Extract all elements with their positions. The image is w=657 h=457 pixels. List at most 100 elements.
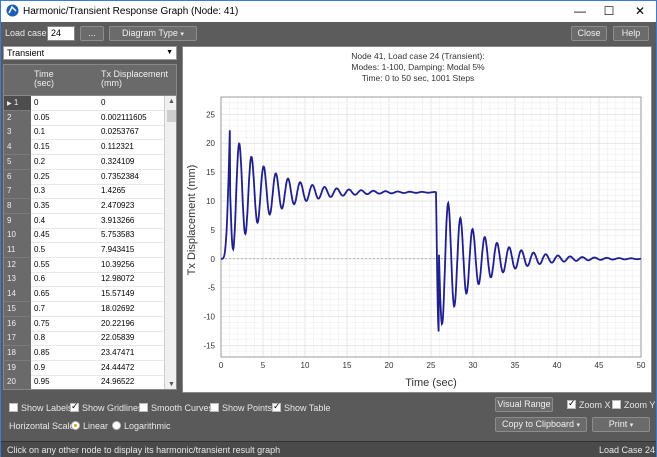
cell-displacement[interactable]: 22.05839 bbox=[101, 331, 134, 345]
cell-time[interactable]: 0.7 bbox=[34, 302, 45, 316]
minimize-button[interactable]: — bbox=[566, 1, 594, 22]
zoom-x-checkbox[interactable] bbox=[567, 398, 576, 409]
cell-displacement[interactable]: 0.112321 bbox=[101, 140, 134, 154]
cell-displacement[interactable]: 3.913266 bbox=[101, 214, 134, 228]
table-row[interactable]: 8 0.35 2.470923 bbox=[4, 198, 164, 215]
scroll-thumb[interactable] bbox=[167, 110, 176, 122]
cell-displacement[interactable]: 15.57149 bbox=[101, 287, 134, 301]
column-header-time[interactable]: Time (sec) bbox=[34, 70, 54, 88]
table-row[interactable]: 2 0.05 0.002111605 bbox=[4, 110, 164, 126]
table-row[interactable]: 16 0.75 20.22196 bbox=[4, 316, 164, 332]
row-number[interactable]: 4 bbox=[4, 140, 31, 156]
visual-range-button[interactable]: Visual Range bbox=[495, 397, 553, 412]
cell-displacement[interactable]: 1.4265 bbox=[101, 184, 125, 198]
mode-select[interactable]: Transient ▼ bbox=[3, 46, 177, 60]
table-row[interactable]: 18 0.85 23.47471 bbox=[4, 345, 164, 362]
table-row[interactable]: 7 0.3 1.4265 bbox=[4, 184, 164, 200]
column-header-displacement[interactable]: Tx Displacement (mm) bbox=[101, 70, 168, 88]
show-points-checkbox[interactable] bbox=[210, 403, 219, 412]
row-number[interactable]: 8 bbox=[4, 198, 31, 215]
table-scrollbar[interactable]: ▲ ▼ bbox=[164, 96, 176, 389]
diagram-type-dropdown[interactable]: Diagram Type ▾ bbox=[109, 26, 197, 41]
cell-time[interactable]: 0.85 bbox=[34, 346, 50, 360]
row-number[interactable]: 3 bbox=[4, 125, 31, 141]
cell-time[interactable]: 0.75 bbox=[34, 317, 50, 331]
scroll-up-icon[interactable]: ▲ bbox=[168, 98, 175, 105]
row-number[interactable]: 10 bbox=[4, 228, 31, 244]
table-row[interactable]: 6 0.25 0.7352384 bbox=[4, 169, 164, 185]
cell-displacement[interactable]: 0.002111605 bbox=[101, 111, 147, 125]
row-number[interactable]: 19 bbox=[4, 360, 31, 376]
cell-time[interactable]: 0.55 bbox=[34, 258, 50, 272]
row-number[interactable]: 6 bbox=[4, 169, 31, 185]
cell-time[interactable]: 0.35 bbox=[34, 199, 50, 213]
show-gridlines-checkbox[interactable] bbox=[70, 401, 79, 412]
cell-displacement[interactable]: 12.98072 bbox=[101, 272, 134, 286]
cell-displacement[interactable]: 5.753583 bbox=[101, 228, 134, 242]
cell-displacement[interactable]: 0.7352384 bbox=[101, 170, 139, 184]
row-number[interactable]: 9 bbox=[4, 213, 31, 229]
cell-time[interactable]: 0.9 bbox=[34, 361, 45, 375]
cell-time[interactable]: 0.15 bbox=[34, 140, 50, 154]
cell-time[interactable]: 0.05 bbox=[34, 111, 50, 125]
table-row[interactable]: 10 0.45 5.753583 bbox=[4, 228, 164, 244]
table-row[interactable]: 14 0.65 15.57149 bbox=[4, 287, 164, 303]
row-number[interactable]: ▶ 1 bbox=[4, 96, 31, 112]
cell-time[interactable]: 0.95 bbox=[34, 375, 50, 389]
cell-displacement[interactable]: 23.47471 bbox=[101, 346, 134, 360]
row-number[interactable]: 20 bbox=[4, 375, 31, 389]
smooth-curves-checkbox[interactable] bbox=[139, 403, 148, 412]
cell-displacement[interactable]: 24.96522 bbox=[101, 375, 134, 389]
cell-displacement[interactable]: 0.324109 bbox=[101, 155, 134, 169]
cell-time[interactable]: 0.1 bbox=[34, 125, 45, 139]
cell-time[interactable]: 0 bbox=[34, 96, 38, 110]
row-number[interactable]: 11 bbox=[4, 243, 31, 259]
table-row[interactable]: 4 0.15 0.112321 bbox=[4, 140, 164, 156]
browse-button[interactable]: ... bbox=[80, 26, 104, 41]
cell-displacement[interactable]: 20.22196 bbox=[101, 317, 134, 331]
cell-displacement[interactable]: 2.470923 bbox=[101, 199, 134, 213]
row-number[interactable]: 12 bbox=[4, 257, 31, 273]
row-number[interactable]: 17 bbox=[4, 331, 31, 347]
help-button[interactable]: Help bbox=[613, 26, 649, 41]
cell-time[interactable]: 0.25 bbox=[34, 170, 50, 184]
cell-time[interactable]: 0.6 bbox=[34, 272, 45, 286]
table-row[interactable]: 5 0.2 0.324109 bbox=[4, 154, 164, 171]
show-table-checkbox[interactable] bbox=[272, 401, 281, 412]
cell-time[interactable]: 0.8 bbox=[34, 331, 45, 345]
cell-time[interactable]: 0.3 bbox=[34, 184, 45, 198]
row-number[interactable]: 18 bbox=[4, 345, 31, 362]
maximize-button[interactable]: ☐ bbox=[595, 1, 623, 22]
close-button[interactable]: Close bbox=[571, 26, 607, 41]
cell-displacement[interactable]: 7.943415 bbox=[101, 243, 134, 257]
print-dropdown[interactable]: Print ▾ bbox=[592, 417, 650, 432]
table-row[interactable]: 15 0.7 18.02692 bbox=[4, 301, 164, 318]
copy-to-clipboard-dropdown[interactable]: Copy to Clipboard ▾ bbox=[495, 417, 587, 432]
show-labels-checkbox[interactable] bbox=[9, 403, 18, 412]
table-row[interactable]: 17 0.8 22.05839 bbox=[4, 331, 164, 347]
table-row[interactable]: ▶ 100 bbox=[4, 96, 164, 112]
row-number[interactable]: 14 bbox=[4, 287, 31, 303]
row-number[interactable]: 2 bbox=[4, 110, 31, 126]
table-row[interactable]: 9 0.4 3.913266 bbox=[4, 213, 164, 229]
cell-displacement[interactable]: 0.0253767 bbox=[101, 125, 139, 139]
close-window-button[interactable]: ✕ bbox=[626, 1, 654, 22]
logarithmic-radio[interactable] bbox=[112, 421, 121, 430]
table-row[interactable]: 13 0.6 12.98072 bbox=[4, 272, 164, 288]
cell-displacement[interactable]: 24.44472 bbox=[101, 361, 134, 375]
row-number[interactable]: 5 bbox=[4, 154, 31, 171]
linear-radio[interactable] bbox=[71, 421, 80, 430]
load-case-input[interactable]: 24 bbox=[47, 26, 75, 41]
cell-time[interactable]: 0.2 bbox=[34, 155, 45, 169]
table-row[interactable]: 20 0.95 24.96522 bbox=[4, 375, 164, 389]
table-row[interactable]: 19 0.9 24.44472 bbox=[4, 360, 164, 376]
table-row[interactable]: 11 0.5 7.943415 bbox=[4, 243, 164, 259]
table-row[interactable]: 12 0.55 10.39256 bbox=[4, 257, 164, 273]
cell-time[interactable]: 0.45 bbox=[34, 228, 50, 242]
zoom-y-checkbox[interactable] bbox=[612, 400, 621, 409]
cell-displacement[interactable]: 18.02692 bbox=[101, 302, 134, 316]
table-row[interactable]: 3 0.1 0.0253767 bbox=[4, 125, 164, 141]
cell-displacement[interactable]: 10.39256 bbox=[101, 258, 134, 272]
cell-time[interactable]: 0.5 bbox=[34, 243, 45, 257]
row-number[interactable]: 15 bbox=[4, 301, 31, 318]
